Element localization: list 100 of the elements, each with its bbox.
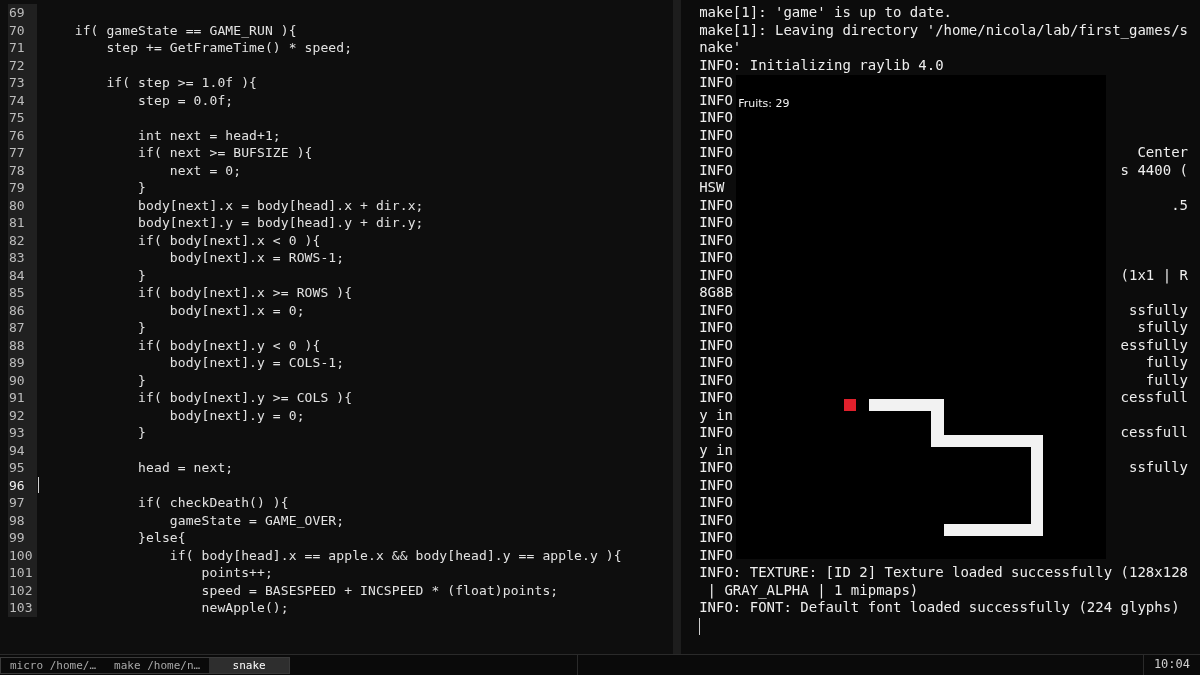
terminal-line: s 4400 ( [1120,161,1188,179]
terminal-line: INFO [699,196,733,214]
code-line: int next = head+1; [137,126,281,144]
terminal-line: y in [699,441,733,459]
terminal-line: INFO [699,161,733,179]
line-number: 87 [8,319,37,337]
terminal-line: y in [699,406,733,424]
code-line: if( body[head].x == apple.x && body[head].y == apple.y ){ [168,546,622,564]
code-line: if( step >= 1.0f ){ [105,74,258,92]
code-line: step = 0.0f; [137,91,234,109]
terminal-line: nake' [699,39,742,57]
terminal-line: .5 [1171,196,1188,214]
code-line: points++; [200,564,273,582]
score-label: Fruits: 29 [738,97,790,110]
line-number: 97 [8,494,37,512]
terminal-line: | GRAY_ALPHA | 1 mipmaps) [706,581,919,599]
terminal-line: INFO: FONT: Default font loaded successfully (224 glyphs) [699,599,1180,617]
terminal-line: INFO [699,459,733,477]
code-line: if( gameState == GAME_RUN ){ [73,21,297,39]
terminal-line: INFO [699,109,733,127]
line-number: 95 [8,459,37,477]
code-line: if( body[next].x >= ROWS ){ [137,284,353,302]
terminal-line: cessfull [1120,389,1188,407]
code-line: } [137,319,147,337]
code-line: body[next].x = body[head].x + dir.x; [137,196,424,214]
terminal-line: make[1]: Leaving directory '/home/nicola/lab/first_games/s [699,21,1188,39]
terminal-line: INFO [699,126,733,144]
code-line: next = 0; [168,161,242,179]
line-number: 83 [8,249,37,267]
terminal-line: INFO [699,144,733,162]
code-line: newApple(); [200,599,289,617]
terminal-line: INFO [699,266,733,284]
line-number: 75 [8,109,37,127]
line-number: 91 [8,389,37,407]
code-line: if( body[next].y < 0 ){ [137,336,321,354]
terminal-line: INFO [699,494,733,512]
terminal-line: INFO [699,319,733,337]
terminal-line: sfully [1137,319,1188,337]
line-number: 71 [8,39,37,57]
code-line: } [137,266,147,284]
line-number: 69 [8,4,37,22]
code-line: body[next].y = 0; [168,406,305,424]
terminal-line: fully [1145,371,1188,389]
terminal-line: INFO [699,74,733,92]
terminal-line: make[1]: 'game' is up to date. [699,4,952,22]
terminal-line: INFO [699,336,733,354]
line-number: 93 [8,424,37,442]
terminal-line: cessfull [1120,424,1188,442]
terminal-line: INFO [699,371,733,389]
code-line: if( checkDeath() ){ [137,494,289,512]
terminal-line: INFO [699,546,733,564]
terminal-line: INFO [699,529,733,547]
code-line: step += GetFrameTime() * speed; [105,39,353,57]
code-line: body[next].x = 0; [168,301,305,319]
terminal-line: INFO [699,389,733,407]
taskbar-tab[interactable]: make /home/n… [105,658,210,673]
line-number: 73 [8,74,37,92]
code-line: body[next].y = COLS-1; [168,354,345,372]
code-line: if( next >= BUFSIZE ){ [137,144,313,162]
code-line: } [137,179,147,197]
code-line: speed = BASESPEED + INCSPEED * (float)points; [200,581,559,599]
code-line: } [137,371,147,389]
clock: 10:04 [1142,655,1200,675]
code-line: if( body[next].x < 0 ){ [137,231,321,249]
taskbar-tab[interactable]: micro /home/… [1,658,106,673]
line-number: 77 [8,144,37,162]
line-number: 79 [8,179,37,197]
terminal-line: 8G8B [699,284,733,302]
code-line: if( body[next].y >= COLS ){ [137,389,353,407]
terminal-line: HSW [699,179,725,197]
line-number: 101 [8,564,37,582]
terminal-line: fully [1145,354,1188,372]
code-line: head = next; [137,459,234,477]
terminal-line: Center [1137,144,1188,162]
code-line: body[next].y = body[head].y + dir.y; [137,214,424,232]
line-number: 85 [8,284,37,302]
apple [844,399,857,411]
line-number: 81 [8,214,37,232]
terminal-line: INFO [699,91,733,109]
terminal-line: INFO [699,354,733,372]
taskbar-tab[interactable]: snake [209,658,289,673]
code-line: gameState = GAME_OVER; [168,511,345,529]
code-line: }else{ [137,529,186,547]
terminal-line: INFO [699,301,733,319]
terminal-line: ssfully [1129,459,1188,477]
line-number: 103 [8,599,37,617]
code-line: } [137,424,147,442]
text-cursor [699,617,701,635]
code-line: body[next].x = ROWS-1; [168,249,345,267]
line-number: 99 [8,529,37,547]
terminal-line: INFO [699,511,733,529]
terminal-line: INFO [699,476,733,494]
terminal-line: ssfully [1129,301,1188,319]
terminal-line: INFO: Initializing raylib 4.0 [699,56,944,74]
terminal-line: INFO [699,231,733,249]
terminal-line: (1x1 | R [1120,266,1188,284]
terminal-line: INFO: TEXTURE: [ID 2] Texture loaded successfully (128x128 [699,564,1188,582]
terminal-line: INFO [699,214,733,232]
terminal-line: INFO [699,424,733,442]
terminal-line: essfully [1120,336,1188,354]
